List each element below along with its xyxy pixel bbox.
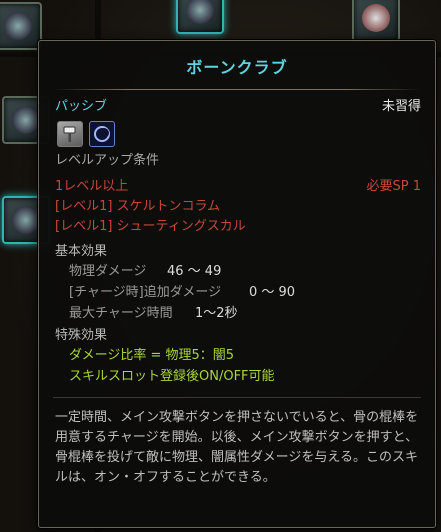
- skill-slot[interactable]: [176, 0, 224, 34]
- required-sp: 必要SP 1: [366, 179, 422, 194]
- special-effect-heading: 特殊効果: [55, 328, 108, 343]
- description-divider: [53, 397, 421, 398]
- stat-label: 最大チャージ時間: [69, 306, 173, 321]
- crescent-moon-icon: [89, 121, 115, 147]
- learn-status: 未習得: [381, 99, 421, 114]
- requirement-skill: [レベル1] シューティングスカル: [55, 219, 246, 234]
- level-up-conditions-heading: レベルアップ条件: [55, 153, 160, 168]
- stat-value: 1～2秒: [195, 306, 238, 321]
- special-effect: スキルスロット登録後ON/OFF可能: [69, 369, 275, 384]
- skill-title: ボーンクラブ: [186, 58, 288, 77]
- base-effect-heading: 基本効果: [55, 244, 108, 259]
- stat-value: 46 ～ 49: [167, 264, 222, 279]
- skill-tooltip: ボーンクラブ パッシブ 未習得 レベルアップ条件 1レベル以上 必要SP 1 […: [38, 40, 436, 528]
- skill-type-label: パッシブ: [55, 99, 108, 114]
- skill-slot[interactable]: [0, 2, 42, 50]
- special-effect: ダメージ比率 = 物理5：闇5: [69, 348, 235, 363]
- stat-label: 物理ダメージ: [69, 264, 147, 279]
- title-divider: [53, 89, 421, 90]
- requirement-level: 1レベル以上: [55, 179, 129, 194]
- stat-label: [チャージ時]追加ダメージ: [69, 285, 222, 300]
- requirement-skill: [レベル1] スケルトンコラム: [55, 199, 221, 214]
- skill-description: 一定時間、メイン攻撃ボタンを押さないでいると、骨の棍棒を用意するチャージを開始。…: [55, 410, 419, 485]
- skill-slot[interactable]: [352, 0, 400, 42]
- hammer-icon: [57, 121, 83, 147]
- stat-value: 0 ～ 90: [249, 285, 296, 300]
